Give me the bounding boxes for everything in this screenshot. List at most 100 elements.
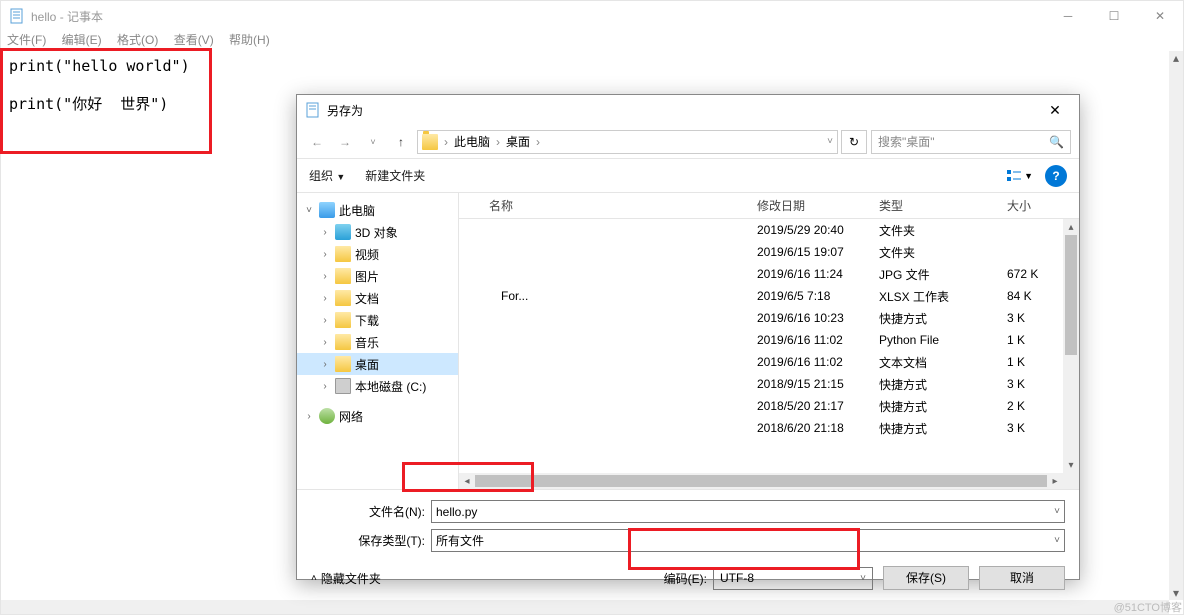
dialog-toolbar: 组织 ▼ 新建文件夹 ▼ ? xyxy=(297,159,1079,193)
tree-item-desktop[interactable]: ›桌面 xyxy=(297,353,458,375)
scroll-up-icon[interactable]: ▴ xyxy=(1063,219,1079,235)
file-type: 文件夹 xyxy=(879,222,1007,239)
file-list-row[interactable]: 2019/6/16 11:24JPG 文件672 K xyxy=(459,263,1079,285)
hide-folders-toggle[interactable]: ˄隐藏文件夹 xyxy=(311,570,381,587)
minimize-button[interactable]: ─ xyxy=(1045,1,1091,31)
documents-icon xyxy=(335,290,351,306)
chevron-right-icon[interactable]: › xyxy=(319,315,331,326)
file-type: Python File xyxy=(879,333,1007,347)
list-horizontal-scrollbar[interactable]: ◂ ▸ xyxy=(459,473,1063,489)
vertical-scrollbar[interactable]: ▴ ▾ xyxy=(1169,51,1183,600)
chevron-right-icon[interactable]: › xyxy=(303,411,315,422)
notepad-menubar: 文件(F) 编辑(E) 格式(O) 查看(V) 帮助(H) xyxy=(1,31,1183,51)
tree-item-pictures[interactable]: ›图片 xyxy=(297,265,458,287)
dialog-bottom-panel: 文件名(N): hello.py˅ 保存类型(T): 所有文件˅ ˄隐藏文件夹 … xyxy=(297,489,1079,598)
file-date: 2019/6/15 19:07 xyxy=(757,245,879,259)
chevron-down-icon[interactable]: ˅ xyxy=(1054,506,1060,517)
organize-menu[interactable]: 组织 ▼ xyxy=(309,167,345,184)
file-list-row[interactable]: For...2019/6/5 7:18XLSX 工作表84 K xyxy=(459,285,1079,307)
scroll-down-icon[interactable]: ▾ xyxy=(1063,457,1079,473)
file-list-row[interactable]: 2019/6/15 19:07文件夹 xyxy=(459,241,1079,263)
tree-item-music[interactable]: ›音乐 xyxy=(297,331,458,353)
encoding-select[interactable]: UTF-8˅ xyxy=(713,567,873,590)
chevron-right-icon[interactable]: › xyxy=(319,359,331,370)
file-list-row[interactable]: 2019/6/16 11:02Python File1 K xyxy=(459,329,1079,351)
file-date: 2018/9/15 21:15 xyxy=(757,377,879,391)
horizontal-scrollbar[interactable] xyxy=(1,600,1169,614)
menu-edit[interactable]: 编辑(E) xyxy=(62,33,102,47)
help-button[interactable]: ? xyxy=(1045,165,1067,187)
scroll-down-icon[interactable]: ▾ xyxy=(1169,586,1183,600)
file-name-suffix: For... xyxy=(501,289,528,303)
chevron-right-icon: › xyxy=(444,135,448,149)
scrollbar-thumb[interactable] xyxy=(1065,235,1077,355)
menu-file[interactable]: 文件(F) xyxy=(7,33,46,47)
close-button[interactable]: ✕ xyxy=(1137,1,1183,31)
folder-tree: ˅此电脑 ›3D 对象 ›视频 ›图片 ›文档 ›下载 ›音乐 ›桌面 ›本地磁… xyxy=(297,193,459,489)
chevron-right-icon[interactable]: › xyxy=(319,249,331,260)
chevron-right-icon[interactable]: › xyxy=(319,227,331,238)
filetype-label: 保存类型(T): xyxy=(311,532,431,549)
view-mode-button[interactable]: ▼ xyxy=(1006,168,1033,184)
tree-item-documents[interactable]: ›文档 xyxy=(297,287,458,309)
file-date: 2019/6/5 7:18 xyxy=(757,289,879,303)
nav-up-button[interactable]: ↑ xyxy=(389,130,413,154)
list-vertical-scrollbar[interactable]: ▴ ▾ xyxy=(1063,219,1079,489)
filetype-select[interactable]: 所有文件˅ xyxy=(431,529,1065,552)
chevron-down-icon[interactable]: ˅ xyxy=(303,205,315,216)
refresh-button[interactable]: ↻ xyxy=(841,130,867,154)
scroll-right-icon[interactable]: ▸ xyxy=(1047,473,1063,489)
menu-view[interactable]: 查看(V) xyxy=(174,33,214,47)
watermark-text: @51CTO博客 xyxy=(1114,599,1182,615)
save-button[interactable]: 保存(S) xyxy=(883,566,969,590)
breadcrumb-segment[interactable]: 桌面 xyxy=(506,133,530,150)
file-list-row[interactable]: 2019/5/29 20:40文件夹 xyxy=(459,219,1079,241)
file-list-row[interactable]: 2018/9/15 21:15快捷方式3 K xyxy=(459,373,1079,395)
tree-item-3d-objects[interactable]: ›3D 对象 xyxy=(297,221,458,243)
breadcrumb-dropdown-icon[interactable]: ˅ xyxy=(827,136,833,147)
column-header-name[interactable]: 名称 xyxy=(489,197,757,214)
disk-icon xyxy=(335,378,351,394)
file-list: 名称 修改日期 类型 大小 2019/5/29 20:40文件夹2019/6/1… xyxy=(459,193,1079,489)
filename-input[interactable]: hello.py˅ xyxy=(431,500,1065,523)
column-header-type[interactable]: 类型 xyxy=(879,197,1007,214)
file-list-row[interactable]: 2019/6/16 10:23快捷方式3 K xyxy=(459,307,1079,329)
chevron-right-icon[interactable]: › xyxy=(319,337,331,348)
scroll-up-icon[interactable]: ▴ xyxy=(1169,51,1183,65)
dialog-close-button[interactable]: ✕ xyxy=(1035,102,1075,119)
maximize-button[interactable]: ☐ xyxy=(1091,1,1137,31)
file-list-row[interactable]: 2018/5/20 21:17快捷方式2 K xyxy=(459,395,1079,417)
menu-format[interactable]: 格式(O) xyxy=(117,33,158,47)
menu-help[interactable]: 帮助(H) xyxy=(229,33,270,47)
filename-label: 文件名(N): xyxy=(311,503,431,520)
address-bar: ← → ˅ ↑ › 此电脑 › 桌面 › ˅ ↻ 搜索"桌面" 🔍 xyxy=(297,125,1079,159)
tree-item-downloads[interactable]: ›下载 xyxy=(297,309,458,331)
search-box[interactable]: 搜索"桌面" 🔍 xyxy=(871,130,1071,154)
tree-item-local-disk[interactable]: ›本地磁盘 (C:) xyxy=(297,375,458,397)
chevron-right-icon[interactable]: › xyxy=(319,271,331,282)
nav-recent-button[interactable]: ˅ xyxy=(361,130,385,154)
chevron-right-icon[interactable]: › xyxy=(319,381,331,392)
music-icon xyxy=(335,334,351,350)
chevron-right-icon[interactable]: › xyxy=(319,293,331,304)
tree-item-network[interactable]: ›网络 xyxy=(297,405,458,427)
desktop-icon xyxy=(335,356,351,372)
breadcrumb-segment[interactable]: 此电脑 xyxy=(454,133,490,150)
file-date: 2019/6/16 10:23 xyxy=(757,311,879,325)
scrollbar-thumb[interactable] xyxy=(475,475,1047,487)
column-header-date[interactable]: 修改日期 xyxy=(757,197,879,214)
notepad-app-icon xyxy=(305,102,321,118)
nav-back-button[interactable]: ← xyxy=(305,130,329,154)
cancel-button[interactable]: 取消 xyxy=(979,566,1065,590)
new-folder-button[interactable]: 新建文件夹 xyxy=(365,167,425,184)
nav-forward-button[interactable]: → xyxy=(333,130,357,154)
file-type: 快捷方式 xyxy=(879,420,1007,437)
tree-item-this-pc[interactable]: ˅此电脑 xyxy=(297,199,458,221)
breadcrumb-bar[interactable]: › 此电脑 › 桌面 › ˅ xyxy=(417,130,838,154)
column-header-size[interactable]: 大小 xyxy=(1007,197,1079,214)
file-type: 快捷方式 xyxy=(879,310,1007,327)
scroll-left-icon[interactable]: ◂ xyxy=(459,473,475,489)
tree-item-videos[interactable]: ›视频 xyxy=(297,243,458,265)
file-list-row[interactable]: 2019/6/16 11:02文本文档1 K xyxy=(459,351,1079,373)
file-list-row[interactable]: 2018/6/20 21:18快捷方式3 K xyxy=(459,417,1079,439)
